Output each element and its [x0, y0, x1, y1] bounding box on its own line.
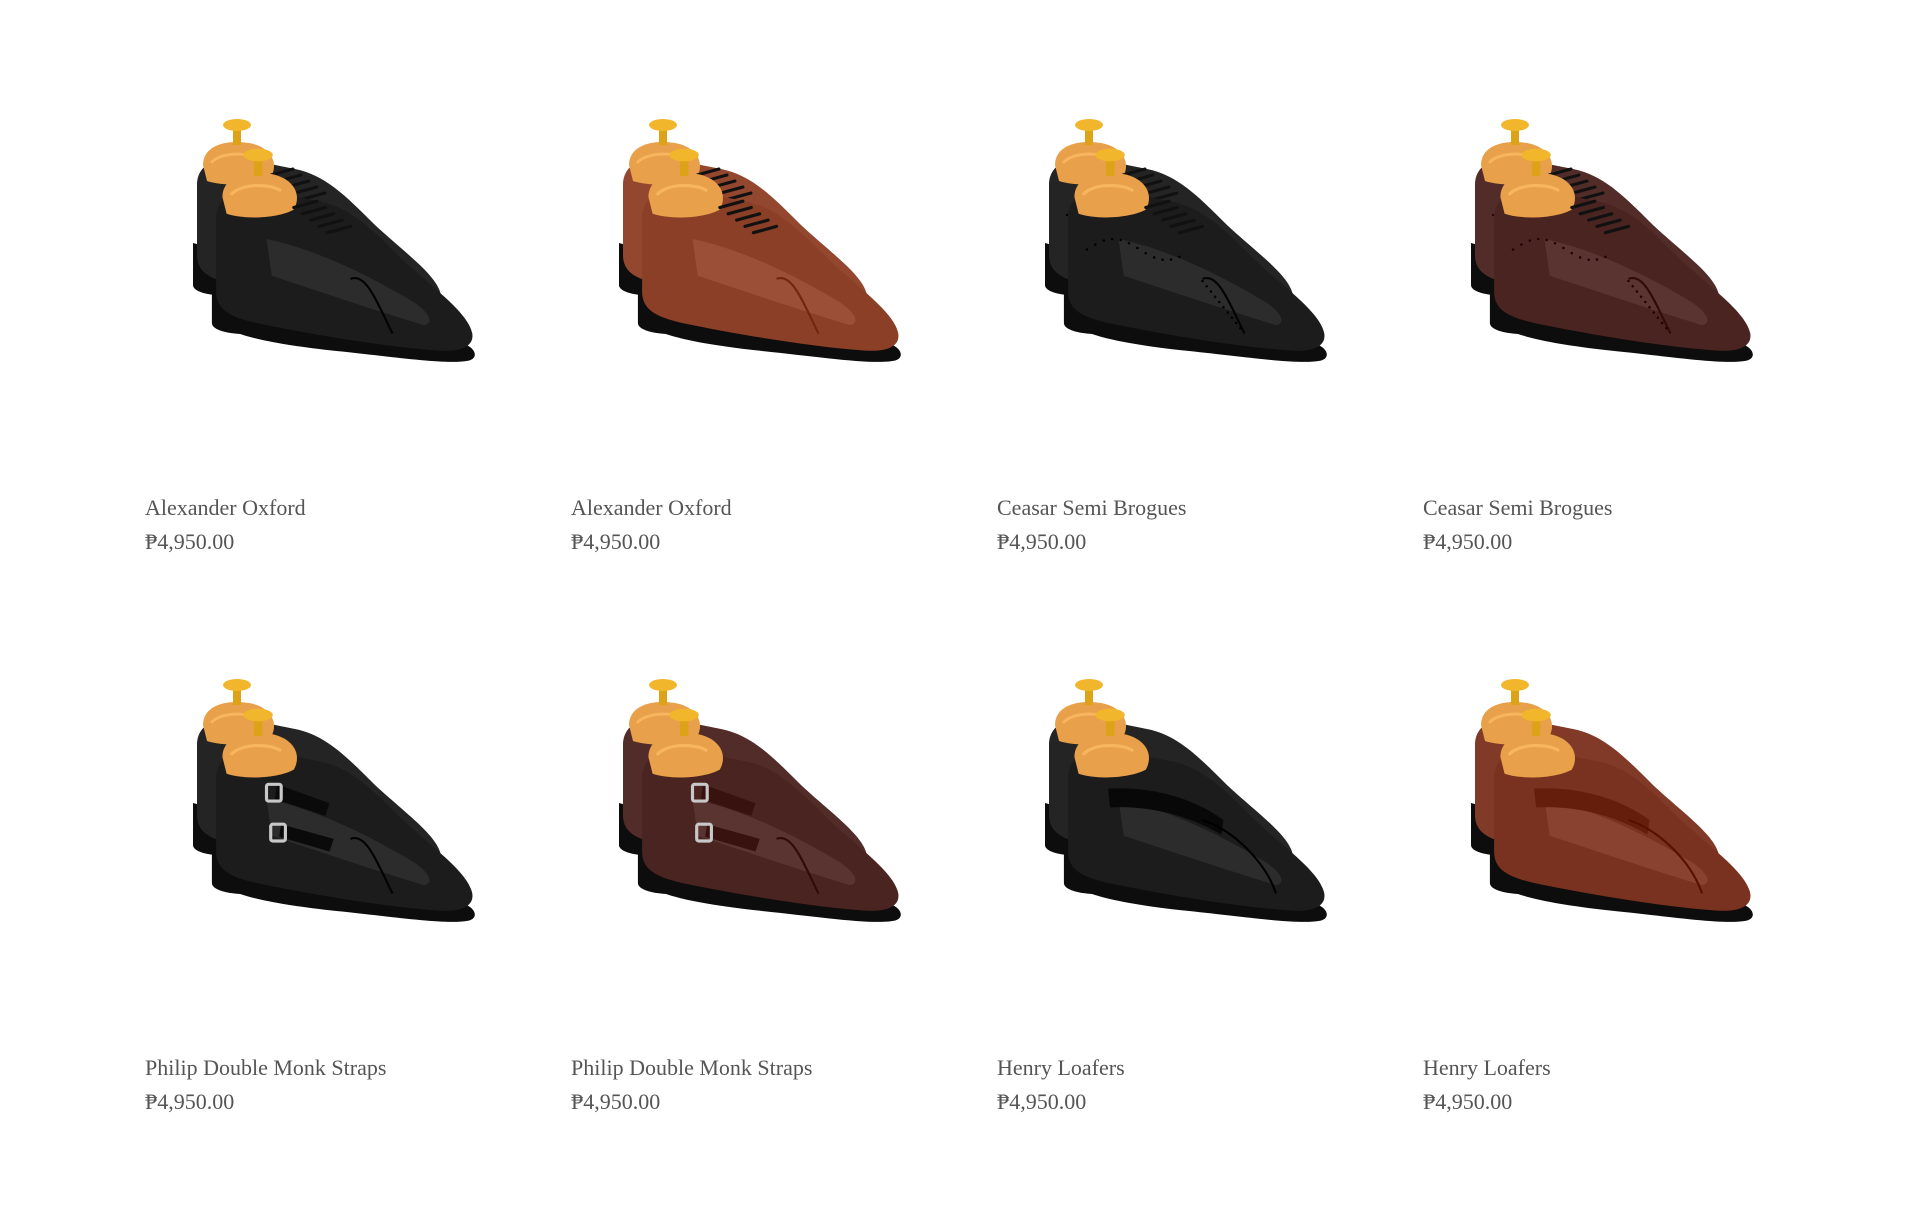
- product-image[interactable]: [997, 95, 1347, 445]
- brown-oxford-shoe-icon: [619, 119, 901, 362]
- product-price: ₱4,950.00: [997, 529, 1087, 554]
- product-name[interactable]: Alexander Oxford: [145, 495, 306, 521]
- product-price: ₱4,950.00: [145, 1089, 235, 1114]
- product-price: ₱4,950.00: [997, 1089, 1087, 1114]
- product-image[interactable]: [571, 655, 921, 1005]
- product-card[interactable]: Philip Double Monk Straps ₱4,950.00: [145, 655, 495, 1125]
- product-image[interactable]: [571, 95, 921, 445]
- product-name[interactable]: Philip Double Monk Straps: [571, 1055, 812, 1081]
- product-card[interactable]: Philip Double Monk Straps ₱4,950.00: [571, 655, 921, 1125]
- product-name[interactable]: Ceasar Semi Brogues: [997, 495, 1186, 521]
- product-name[interactable]: Henry Loafers: [1423, 1055, 1551, 1081]
- black-oxford-shoe-icon: [193, 119, 475, 362]
- product-price: ₱4,950.00: [571, 529, 661, 554]
- product-image[interactable]: [145, 95, 495, 445]
- product-name[interactable]: Philip Double Monk Straps: [145, 1055, 386, 1081]
- product-price: ₱4,950.00: [571, 1089, 661, 1114]
- product-price: ₱4,950.00: [1423, 529, 1513, 554]
- product-grid: Alexander Oxford ₱4,950.00 Alexander Oxf…: [145, 95, 1773, 1125]
- product-card[interactable]: Alexander Oxford ₱4,950.00: [145, 95, 495, 565]
- product-card[interactable]: Alexander Oxford ₱4,950.00: [571, 95, 921, 565]
- product-card[interactable]: Henry Loafers ₱4,950.00: [997, 655, 1347, 1125]
- product-card[interactable]: Henry Loafers ₱4,950.00: [1423, 655, 1773, 1125]
- product-image[interactable]: [145, 655, 495, 1005]
- product-name[interactable]: Henry Loafers: [997, 1055, 1125, 1081]
- brown-loafer-shoe-icon: [1471, 679, 1753, 922]
- product-price: ₱4,950.00: [1423, 1089, 1513, 1114]
- product-card[interactable]: Ceasar Semi Brogues ₱4,950.00: [997, 95, 1347, 565]
- product-name[interactable]: Ceasar Semi Brogues: [1423, 495, 1612, 521]
- burgundy-monk-strap-shoe-icon: [619, 679, 901, 922]
- product-name[interactable]: Alexander Oxford: [571, 495, 732, 521]
- burgundy-brogue-shoe-icon: [1471, 119, 1753, 362]
- black-monk-strap-shoe-icon: [193, 679, 475, 922]
- product-image[interactable]: [1423, 95, 1773, 445]
- product-card[interactable]: Ceasar Semi Brogues ₱4,950.00: [1423, 95, 1773, 565]
- black-loafer-shoe-icon: [1045, 679, 1327, 922]
- product-price: ₱4,950.00: [145, 529, 235, 554]
- black-brogue-shoe-icon: [1045, 119, 1327, 362]
- product-image[interactable]: [997, 655, 1347, 1005]
- product-image[interactable]: [1423, 655, 1773, 1005]
